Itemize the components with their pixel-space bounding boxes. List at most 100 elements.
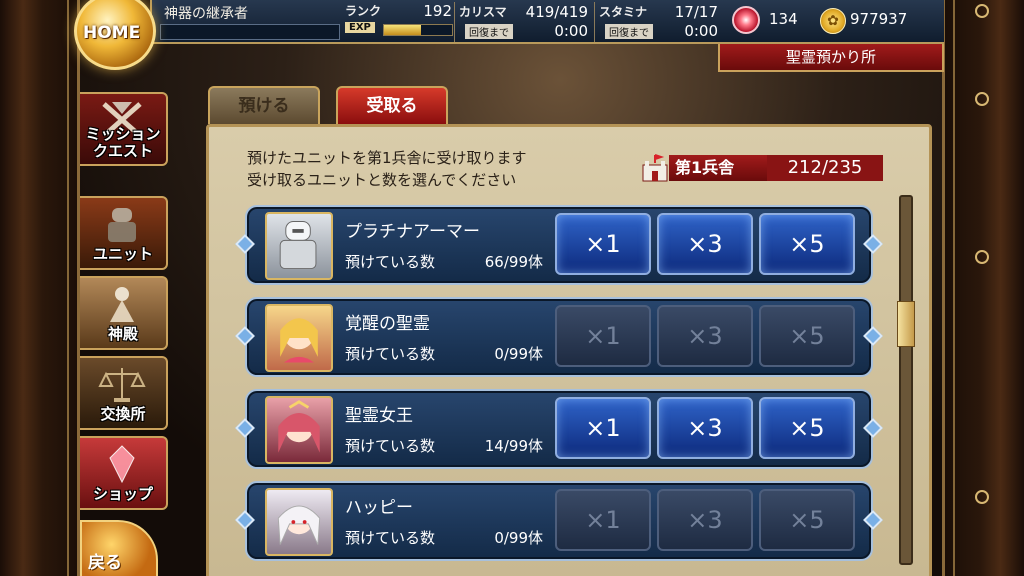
instruction-line: 預けたユニットを第1兵舎に受け取ります <box>247 149 527 167</box>
row-ornament-icon <box>235 418 255 438</box>
unit-portrait <box>265 212 333 280</box>
left-ornate-frame <box>0 0 80 576</box>
receive-x1-button[interactable]: ×1 <box>555 397 651 459</box>
receive-x3-button[interactable]: ×3 <box>657 305 753 367</box>
crystal-icon <box>109 445 135 484</box>
row-ornament-icon <box>863 510 883 530</box>
unit-name: 聖霊女王 <box>345 406 413 426</box>
nav-shop[interactable]: ショップ <box>80 436 168 510</box>
gem-icon[interactable] <box>732 6 760 34</box>
instruction-line: 受け取るユニットと数を選んでください <box>247 171 517 189</box>
tab-receive[interactable]: 受取る <box>336 86 448 124</box>
stamina-value: 17/17 <box>674 3 718 21</box>
name-bar <box>160 24 340 40</box>
deposited-label: 預けている数 <box>345 529 436 547</box>
back-label: 戻る <box>88 553 122 573</box>
scales-icon <box>98 368 146 402</box>
gold-coin-icon: ✿ <box>820 8 846 34</box>
unit-portrait <box>265 304 333 372</box>
nav-label: ユニット <box>92 245 153 263</box>
gem-count: 134 <box>769 10 798 28</box>
nav-label: ミッション クエスト <box>85 125 161 160</box>
rank-label: ランク <box>345 4 382 18</box>
location-title: 聖霊預かり所 <box>718 44 944 72</box>
unit-portrait <box>265 488 333 556</box>
barracks-count: 212/235 <box>767 155 883 181</box>
tab-deposit[interactable]: 預ける <box>208 86 320 124</box>
nav-exchange[interactable]: 交換所 <box>80 356 168 430</box>
unit-name: ハッピー <box>345 498 413 518</box>
receive-x1-button[interactable]: ×1 <box>555 489 651 551</box>
exp-bar-fill <box>384 25 422 35</box>
platinum-armor-icon <box>279 221 317 270</box>
deposited-label: 預けている数 <box>345 345 436 363</box>
charisma-recover-label: 回復まで <box>465 24 513 39</box>
charisma-value: 419/419 <box>525 3 588 21</box>
row-ornament-icon <box>235 510 255 530</box>
unit-row: 覚醒の聖霊 預けている数 0/99体 ×1 ×3 ×5 <box>235 297 883 377</box>
spirit-queen-icon <box>278 400 320 453</box>
nav-temple[interactable]: 神殿 <box>80 276 168 350</box>
deposited-count: 0/99体 <box>494 529 543 547</box>
instructions: 預けたユニットを第1兵舎に受け取ります 受け取るユニットと数を選んでください <box>247 147 527 191</box>
unit-row: ハッピー 預けている数 0/99体 ×1 ×3 ×5 <box>235 481 883 561</box>
receive-x1-button[interactable]: ×1 <box>555 213 651 275</box>
row-ornament-icon <box>235 234 255 254</box>
unit-portrait <box>265 396 333 464</box>
receive-x5-button[interactable]: ×5 <box>759 489 855 551</box>
barracks-capacity: 第1兵舎 212/235 <box>639 153 885 183</box>
deposited-label: 預けている数 <box>345 437 436 455</box>
storage-panel: 預けたユニットを第1兵舎に受け取ります 受け取るユニットと数を選んでください 第… <box>206 124 932 576</box>
row-ornament-icon <box>863 326 883 346</box>
charisma-recover-time: 0:00 <box>554 22 588 40</box>
back-button[interactable]: 戻る <box>80 520 158 576</box>
frame-ornament-icon <box>975 4 989 18</box>
stamina-recover-time: 0:00 <box>684 22 718 40</box>
frame-ornament-icon <box>975 250 989 264</box>
receive-x3-button[interactable]: ×3 <box>657 213 753 275</box>
home-label: HOME <box>83 23 141 43</box>
receive-x3-button[interactable]: ×3 <box>657 489 753 551</box>
unit-row: 聖霊女王 預けている数 14/99体 ×1 ×3 ×5 <box>235 389 883 469</box>
row-ornament-icon <box>863 234 883 254</box>
nav-label: 交換所 <box>100 405 146 423</box>
gold-count: 977937 <box>850 10 908 28</box>
barracks-name: 第1兵舎 <box>669 155 767 181</box>
unit-row: プラチナアーマー 預けている数 66/99体 ×1 ×3 ×5 <box>235 205 883 285</box>
player-name: 神器の継承者 <box>164 6 248 22</box>
nav-unit[interactable]: ユニット <box>80 196 168 270</box>
nav-label: ショップ <box>92 485 153 503</box>
rank-value: 192 <box>423 2 452 20</box>
receive-x1-button[interactable]: ×1 <box>555 305 651 367</box>
deposited-label: 預けている数 <box>345 253 436 271</box>
nav-mission-quest[interactable]: ミッション クエスト <box>80 92 168 166</box>
happy-icon <box>277 505 321 545</box>
deposited-count: 14/99体 <box>484 437 543 455</box>
awakened-spirit-icon <box>280 318 318 363</box>
right-ornate-frame <box>942 0 1024 576</box>
armor-icon <box>108 208 136 242</box>
stamina-recover-label: 回復まで <box>605 24 653 39</box>
deposited-count: 66/99体 <box>484 253 543 271</box>
scrollbar-thumb[interactable] <box>897 301 915 347</box>
receive-x3-button[interactable]: ×3 <box>657 397 753 459</box>
deposited-count: 0/99体 <box>494 345 543 363</box>
frame-ornament-icon <box>975 92 989 106</box>
stamina-box: スタミナ 17/17 回復まで 0:00 <box>594 2 724 42</box>
exp-label: EXP <box>345 22 375 33</box>
goddess-icon <box>110 287 134 322</box>
list-scrollbar[interactable] <box>897 195 915 565</box>
frame-ornament-icon <box>975 490 989 504</box>
receive-x5-button[interactable]: ×5 <box>759 305 855 367</box>
unit-name: プラチナアーマー <box>345 222 480 242</box>
charisma-box: カリスマ 419/419 回復まで 0:00 <box>454 2 594 42</box>
row-ornament-icon <box>235 326 255 346</box>
nav-label: 神殿 <box>107 325 138 343</box>
game-screen: 神器の継承者 ランク 192 EXP カリスマ 419/419 回復まで 0:0… <box>0 0 1024 576</box>
receive-x5-button[interactable]: ×5 <box>759 213 855 275</box>
stamina-label: スタミナ <box>599 5 648 19</box>
receive-x5-button[interactable]: ×5 <box>759 397 855 459</box>
unit-name: 覚醒の聖霊 <box>345 314 430 334</box>
home-button[interactable]: HOME <box>74 0 156 70</box>
exp-bar <box>383 24 453 36</box>
